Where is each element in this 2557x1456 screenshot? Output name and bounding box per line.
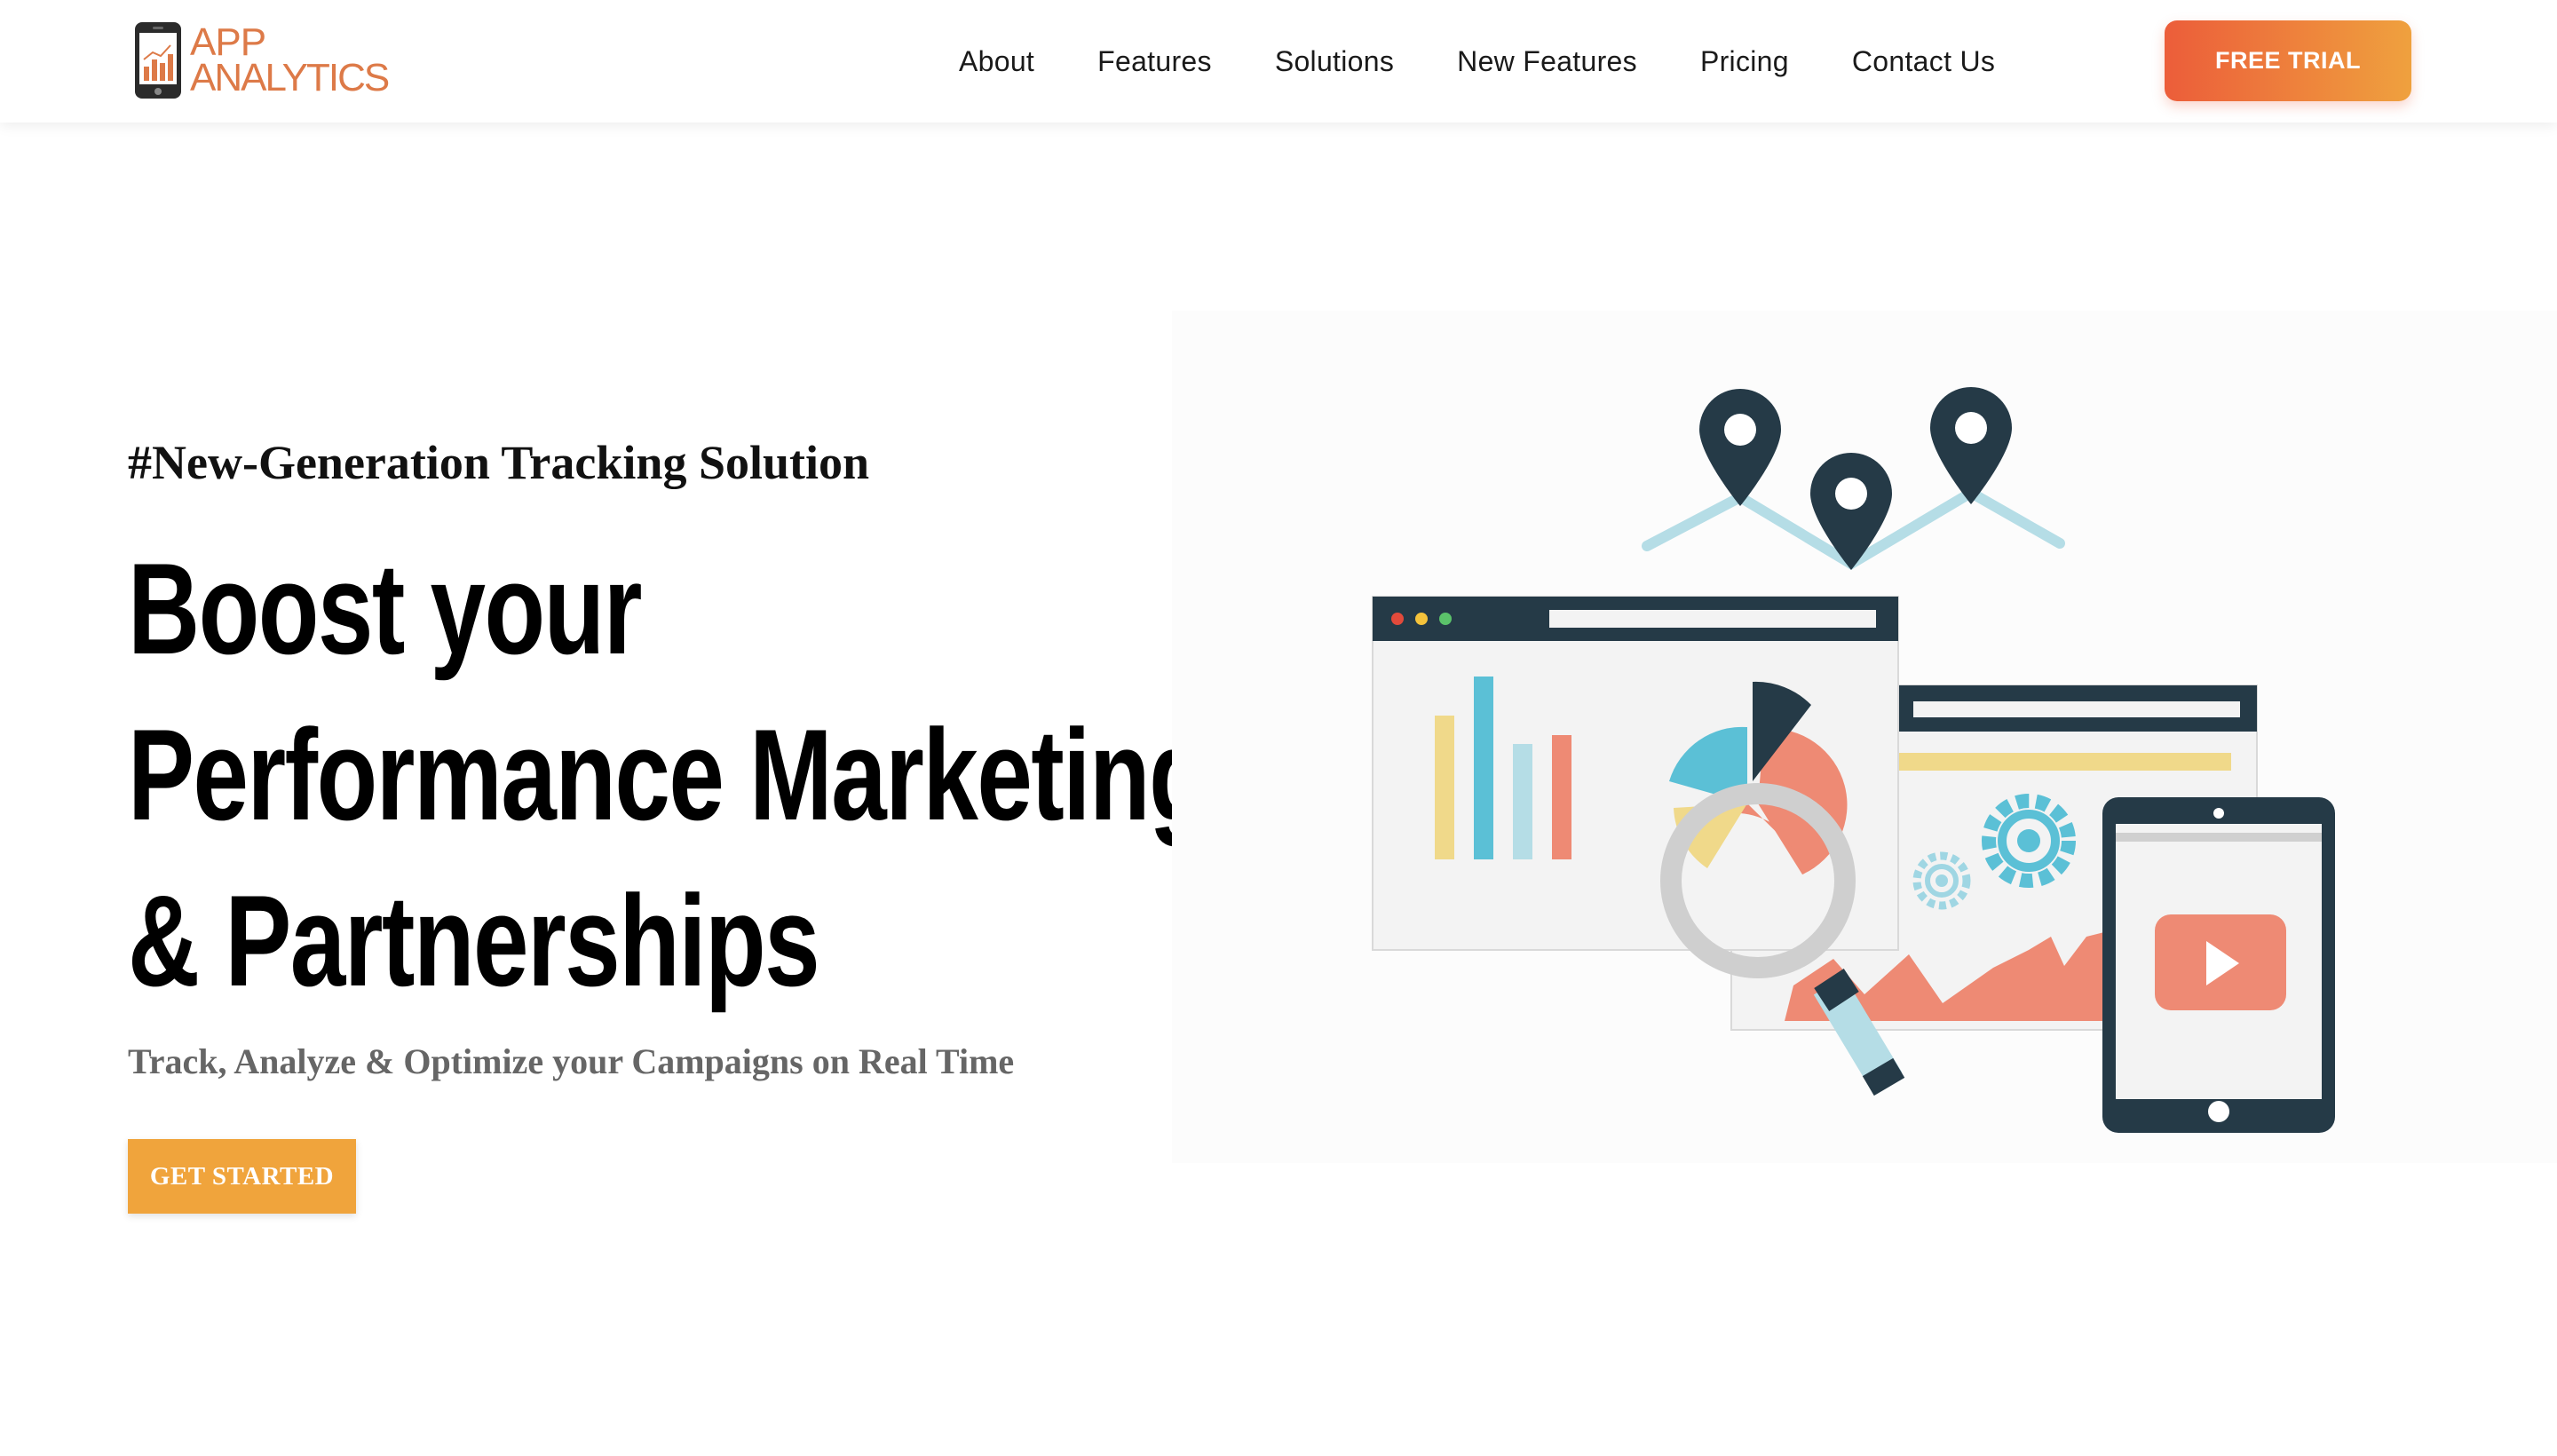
hero-headline: Boost your Performance Marketing & Partn… <box>128 526 1210 1024</box>
brand-line2: ANALYTICS <box>190 56 390 99</box>
hero-subtitle: Track, Analyze & Optimize your Campaigns… <box>128 1041 1015 1081</box>
headline-line-2: Performance Marketing <box>128 702 1210 847</box>
nav-link-new-features[interactable]: New Features <box>1457 45 1637 78</box>
brand-line1: APP <box>190 20 266 64</box>
free-trial-button[interactable]: FREE TRIAL <box>2165 20 2411 101</box>
headline-line-1: Boost your <box>128 536 642 681</box>
nav-link-pricing[interactable]: Pricing <box>1700 45 1789 78</box>
nav-link-about[interactable]: About <box>959 45 1034 78</box>
site-header: APP ANALYTICS About Features Solutions N… <box>0 0 2557 123</box>
map-pin-icon <box>1930 387 2012 504</box>
hero-tagline: #New-Generation Tracking Solution <box>128 436 870 489</box>
get-started-button[interactable]: GET STARTED <box>128 1139 356 1214</box>
headline-line-3: & Partnerships <box>128 868 820 1013</box>
nav-link-contact-us[interactable]: Contact Us <box>1852 45 1995 78</box>
phone-chart-icon <box>135 22 181 99</box>
nav-link-solutions[interactable]: Solutions <box>1275 45 1394 78</box>
analytics-illustration <box>1372 387 2335 1133</box>
tablet-icon <box>2102 797 2335 1133</box>
map-pin-icon <box>1699 389 1781 506</box>
nav-link-features[interactable]: Features <box>1097 45 1212 78</box>
brand-logo[interactable]: APP ANALYTICS <box>133 18 400 103</box>
brand-wordmark: APP ANALYTICS <box>190 20 390 99</box>
main-nav: About Features Solutions New Features Pr… <box>959 39 1995 83</box>
